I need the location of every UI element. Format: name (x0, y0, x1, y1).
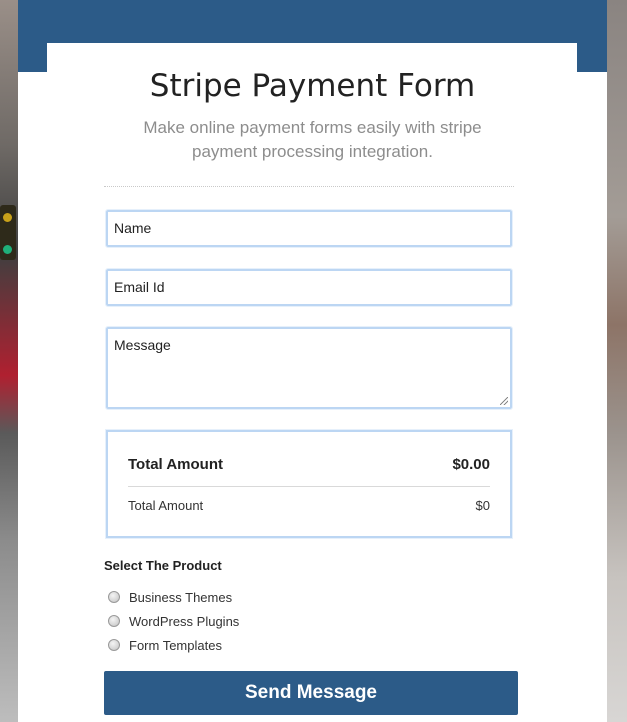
page-subtitle: Make online payment forms easily with st… (143, 118, 482, 161)
total-amount-box: Total Amount $0.00 Total Amount $0 (105, 429, 513, 539)
resize-grip-icon[interactable] (500, 397, 508, 405)
product-section-label: Select The Product (104, 558, 222, 573)
product-option-label: Form Templates (129, 637, 222, 653)
page-title: Stripe Payment Form (149, 68, 476, 104)
send-message-button[interactable]: Send Message (104, 671, 518, 715)
total-separator (128, 486, 490, 487)
name-field-placeholder: Name (114, 220, 152, 236)
divider (104, 186, 514, 187)
total-detail-value: $0 (475, 498, 490, 513)
name-field[interactable]: Name (105, 209, 513, 248)
radio-icon[interactable] (108, 615, 120, 627)
product-option-business-themes[interactable]: Business Themes (108, 588, 232, 606)
message-field-placeholder: Message (114, 337, 171, 353)
product-option-label: WordPress Plugins (129, 613, 240, 629)
radio-icon[interactable] (108, 639, 120, 651)
background-street-left (0, 0, 18, 722)
background-street-right (607, 0, 627, 722)
total-amount-value: $0.00 (452, 456, 490, 473)
traffic-signal (0, 205, 16, 260)
radio-icon[interactable] (108, 591, 120, 603)
email-field-placeholder: Email Id (114, 279, 165, 295)
total-detail-label: Total Amount (128, 498, 204, 513)
product-option-label: Business Themes (129, 589, 233, 605)
product-option-wordpress-plugins[interactable]: WordPress Plugins (108, 612, 239, 630)
email-field[interactable]: Email Id (105, 268, 513, 307)
total-amount-label: Total Amount (128, 456, 223, 473)
product-option-form-templates[interactable]: Form Templates (108, 636, 222, 654)
message-field[interactable]: Message (105, 326, 513, 410)
